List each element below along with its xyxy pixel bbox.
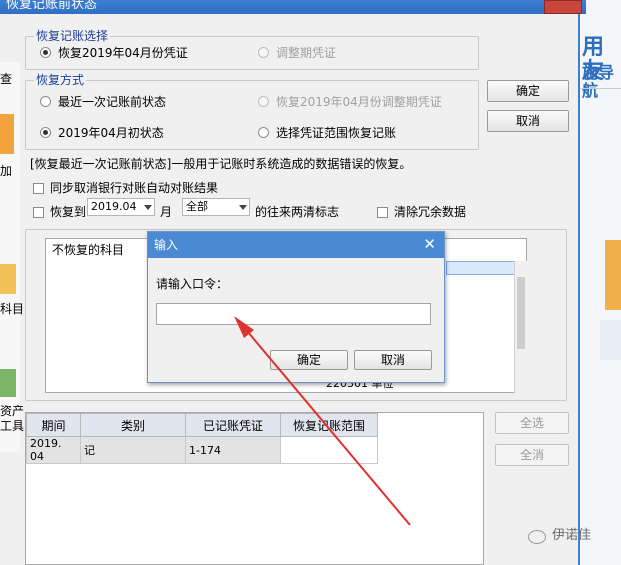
watermark-text: 伊诺佳 xyxy=(552,528,592,543)
red-arrow-annotation xyxy=(234,316,411,526)
watermark: 伊诺佳 xyxy=(528,528,618,548)
wechat-icon xyxy=(528,530,546,544)
arrow-shaft xyxy=(241,324,411,526)
